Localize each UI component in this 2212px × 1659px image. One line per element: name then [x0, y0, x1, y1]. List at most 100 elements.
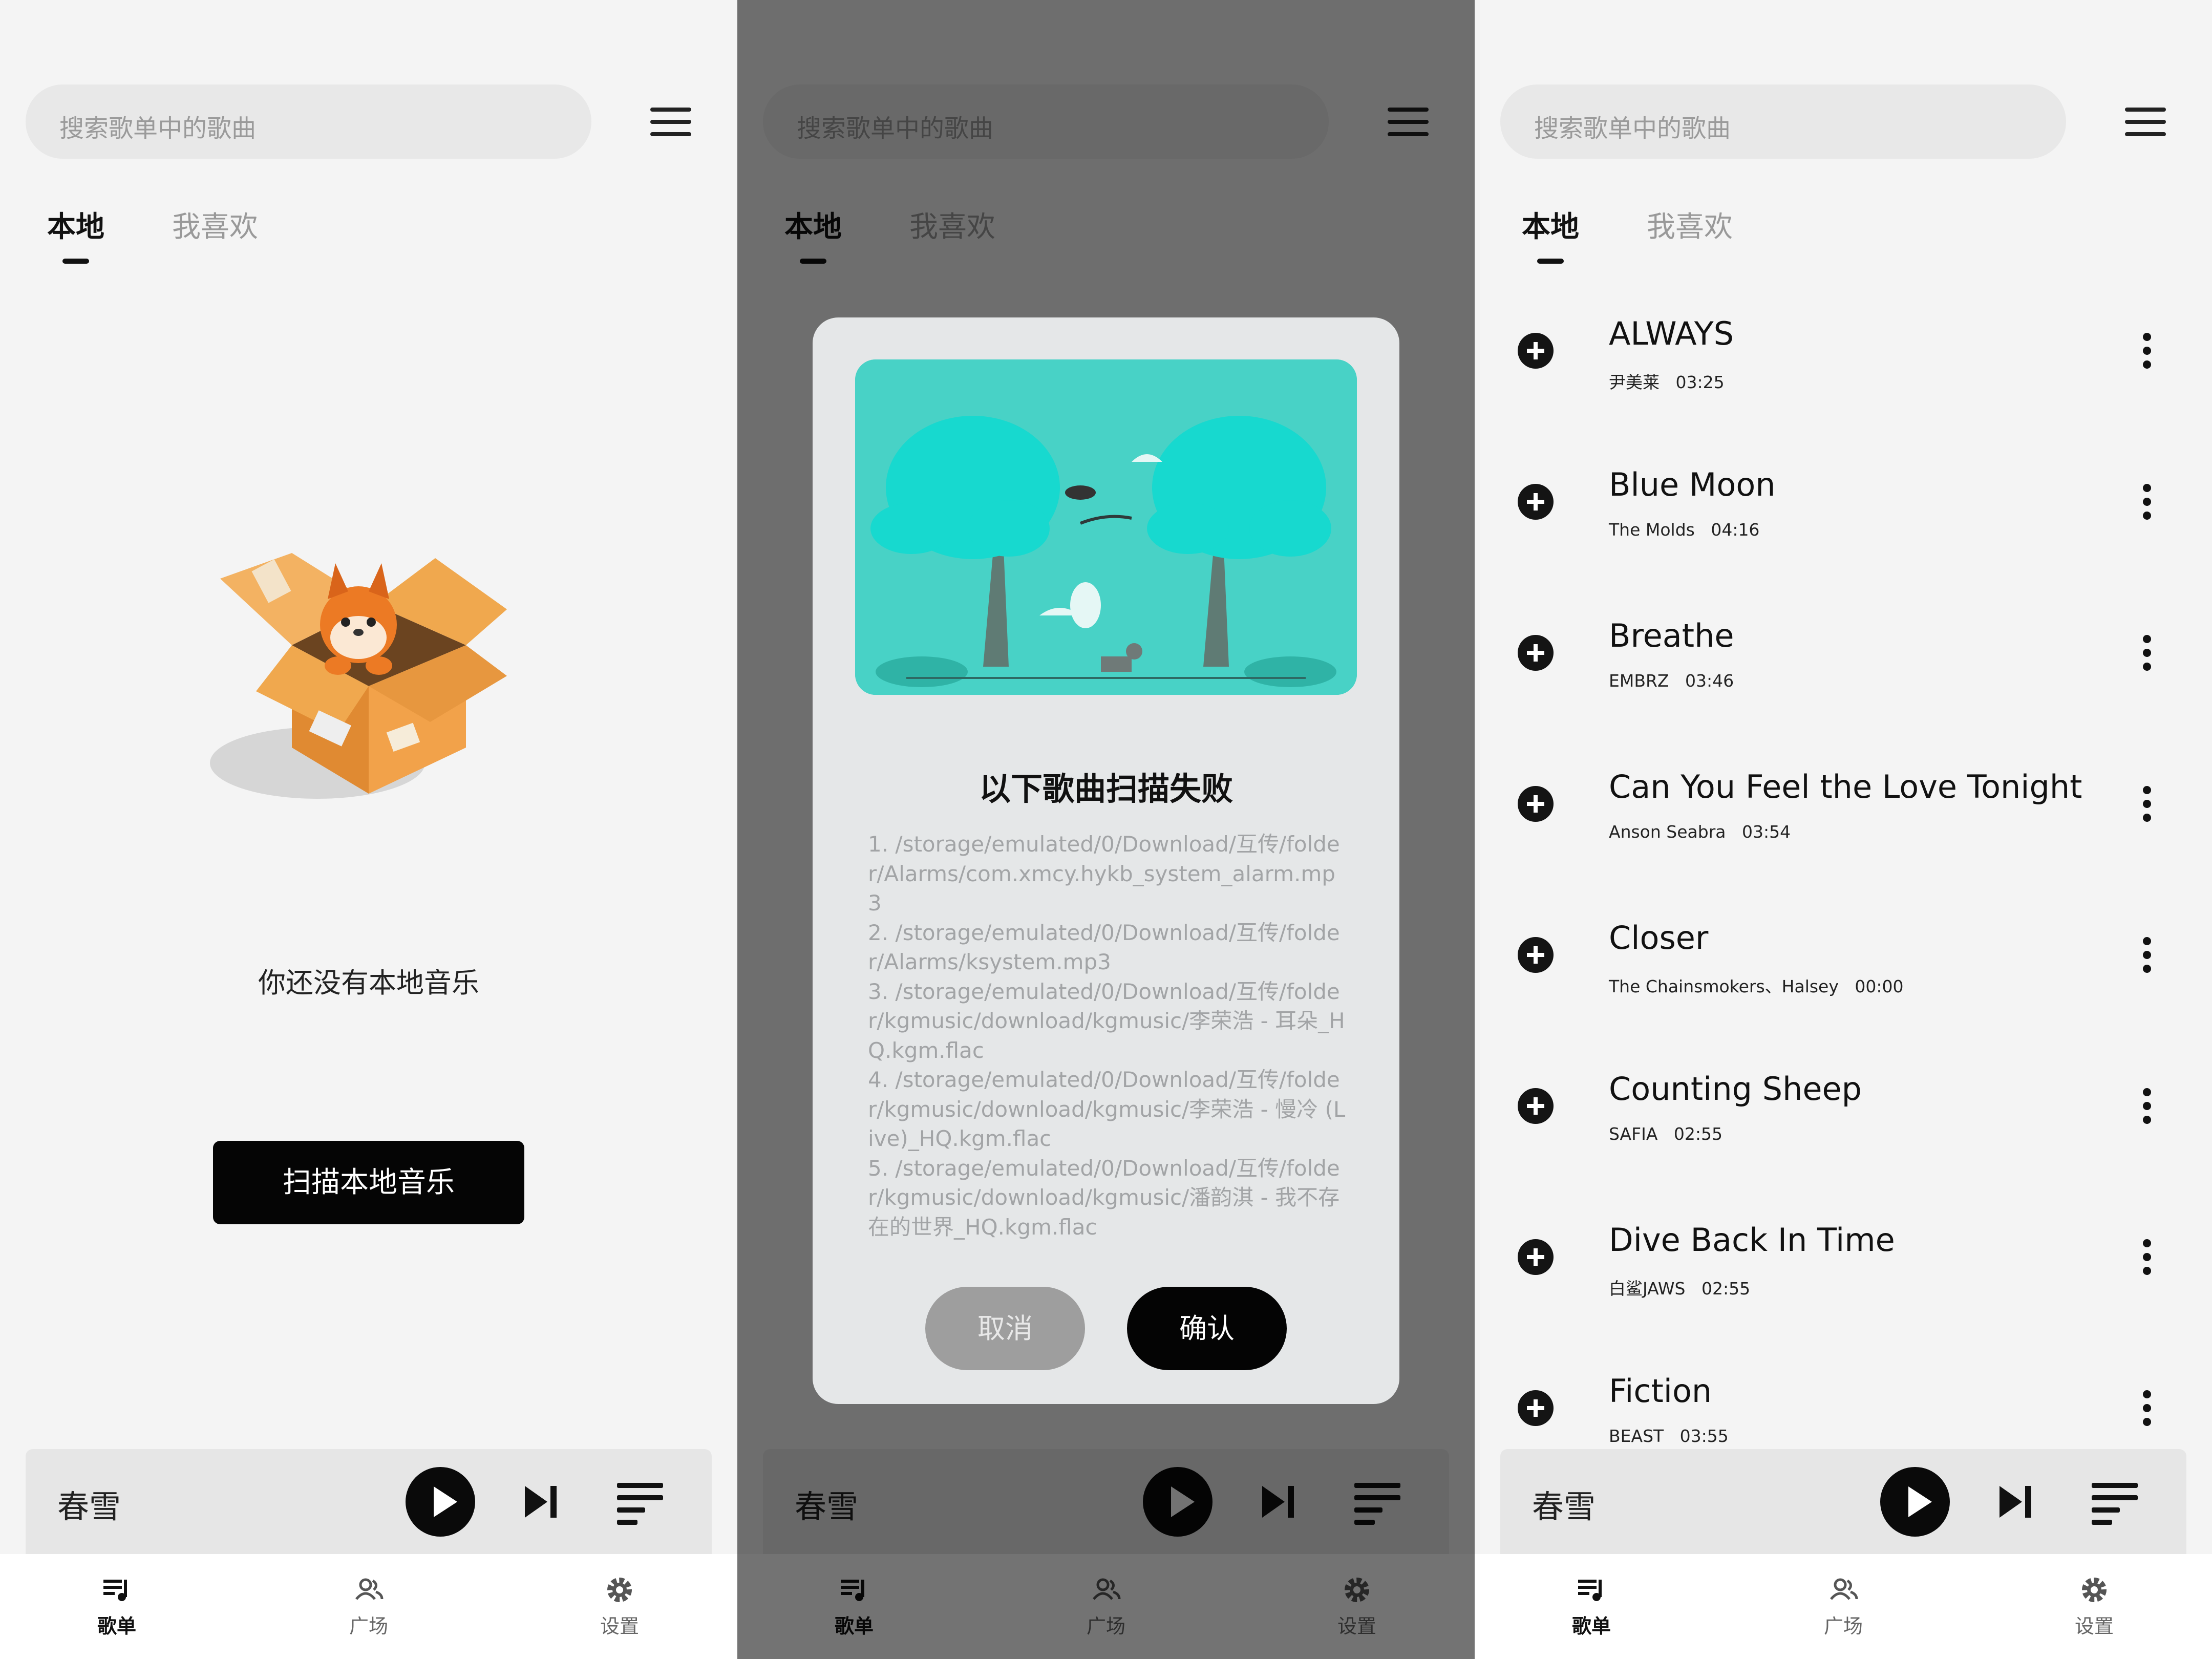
song-artist: EMBRZ — [1609, 671, 1669, 691]
song-title: ALWAYS — [1609, 315, 1734, 352]
play-icon[interactable] — [406, 1467, 475, 1537]
add-circle-icon[interactable] — [1518, 1390, 1554, 1426]
scan-local-music-button[interactable]: 扫描本地音乐 — [213, 1141, 524, 1224]
add-circle-icon[interactable] — [1518, 635, 1554, 671]
mini-player[interactable]: 春雪 — [1500, 1449, 2186, 1554]
empty-message: 你还没有本地音乐 — [258, 967, 479, 999]
mini-player[interactable]: 春雪 — [26, 1449, 712, 1554]
dialog-title: 以下歌曲扫描失败 — [979, 770, 1233, 807]
more-vertical-icon[interactable] — [2143, 1239, 2151, 1275]
search-input[interactable]: 搜索歌单中的歌曲 — [26, 84, 591, 159]
song-meta: SAFIA 02:55 — [1609, 1124, 1722, 1144]
more-vertical-icon[interactable] — [2143, 786, 2151, 822]
gear-icon — [607, 1578, 632, 1602]
more-vertical-icon[interactable] — [2143, 635, 2151, 671]
song-row[interactable]: Can You Feel the Love Tonight Anson Seab… — [1475, 748, 2212, 899]
play-icon[interactable] — [1880, 1467, 1950, 1537]
people-icon — [1830, 1578, 1858, 1600]
song-meta: Anson Seabra 03:54 — [1609, 822, 1791, 842]
song-duration: 04:16 — [1711, 520, 1760, 540]
more-vertical-icon[interactable] — [2143, 1390, 2151, 1426]
song-row[interactable]: ALWAYS 尹美莱 03:25 — [1475, 294, 2212, 445]
nav-plaza[interactable]: 广场 — [317, 1575, 420, 1639]
hamburger-menu-icon[interactable] — [2125, 108, 2166, 136]
song-row[interactable]: Blue Moon The Molds 04:16 — [1475, 445, 2212, 597]
confirm-button[interactable]: 确认 — [1127, 1287, 1287, 1370]
more-vertical-icon[interactable] — [2143, 1088, 2151, 1124]
song-meta: The Chainsmokers、Halsey 00:00 — [1609, 973, 1903, 997]
tab-indicator — [62, 259, 89, 264]
song-artist: BEAST — [1609, 1426, 1664, 1446]
scan-failed-dialog: 以下歌曲扫描失败 1. /storage/emulated/0/Download… — [813, 317, 1399, 1404]
screen-scan-failed: 搜索歌单中的歌曲 本地 我喜欢 春雪 歌单 广场 设置 — [737, 0, 1475, 1659]
playlist-icon — [103, 1580, 127, 1601]
nav-playlist[interactable]: 歌单 — [1540, 1575, 1643, 1639]
nav-plaza[interactable]: 广场 — [1792, 1575, 1895, 1639]
song-title: Counting Sheep — [1609, 1070, 1862, 1108]
nav-plaza-label: 广场 — [349, 1615, 388, 1637]
song-meta: 白鲨JAWS 02:55 — [1609, 1275, 1750, 1300]
search-input[interactable]: 搜索歌单中的歌曲 — [1500, 84, 2066, 159]
song-row[interactable]: Dive Back In Time 白鲨JAWS 02:55 — [1475, 1201, 2212, 1352]
cancel-button[interactable]: 取消 — [925, 1287, 1085, 1370]
song-row[interactable]: Breathe EMBRZ 03:46 — [1475, 597, 2212, 748]
playlist-queue-icon[interactable] — [2092, 1483, 2143, 1525]
song-artist: The Chainsmokers、Halsey — [1609, 976, 1839, 996]
nav-settings[interactable]: 设置 — [2043, 1575, 2145, 1639]
nav-settings-label: 设置 — [600, 1615, 639, 1637]
nav-playlist-label: 歌单 — [1571, 1615, 1611, 1637]
empty-box-illustration — [210, 553, 507, 799]
skip-next-icon[interactable] — [525, 1486, 561, 1518]
nav-settings[interactable]: 设置 — [568, 1575, 671, 1639]
song-meta: 尹美莱 03:25 — [1609, 369, 1725, 393]
nav-plaza-label: 广场 — [1823, 1615, 1863, 1637]
playlist-icon — [1578, 1580, 1602, 1601]
add-circle-icon[interactable] — [1518, 484, 1554, 520]
song-title: Blue Moon — [1609, 466, 1776, 503]
more-vertical-icon[interactable] — [2143, 937, 2151, 973]
song-row[interactable]: Closer The Chainsmokers、Halsey 00:00 — [1475, 899, 2212, 1050]
tab-local[interactable]: 本地 — [1522, 204, 1579, 245]
skip-next-icon[interactable] — [2000, 1486, 2035, 1518]
song-artist: 尹美莱 — [1609, 372, 1660, 392]
song-meta: EMBRZ 03:46 — [1609, 671, 1734, 691]
add-circle-icon[interactable] — [1518, 1088, 1554, 1124]
hamburger-menu-icon[interactable] — [650, 108, 691, 136]
song-duration: 03:54 — [1741, 822, 1791, 842]
nav-playlist[interactable]: 歌单 — [66, 1575, 168, 1639]
song-duration: 03:46 — [1685, 671, 1734, 691]
song-artist: Anson Seabra — [1609, 822, 1726, 842]
song-row[interactable]: Counting Sheep SAFIA 02:55 — [1475, 1050, 2212, 1201]
nav-playlist-label: 歌单 — [97, 1615, 136, 1637]
song-duration: 03:55 — [1679, 1426, 1729, 1446]
add-circle-icon[interactable] — [1518, 937, 1554, 973]
gear-icon — [2082, 1578, 2107, 1602]
bottom-nav: 歌单 广场 设置 — [0, 1554, 737, 1659]
tab-indicator — [1537, 259, 1564, 264]
bottom-nav: 歌单 广场 设置 — [1475, 1554, 2212, 1659]
song-title: Fiction — [1609, 1372, 1712, 1410]
add-circle-icon[interactable] — [1518, 1239, 1554, 1275]
nav-settings-label: 设置 — [2074, 1615, 2114, 1637]
song-title: Dive Back In Time — [1609, 1221, 1895, 1259]
screen-empty-local: 搜索歌单中的歌曲 本地 我喜欢 你还没有本地音乐 扫描本地音乐 春雪 歌单 广场… — [0, 0, 737, 1659]
tab-favorites[interactable]: 我喜欢 — [172, 204, 258, 245]
song-meta: The Molds 04:16 — [1609, 520, 1759, 540]
song-artist: SAFIA — [1609, 1124, 1658, 1144]
song-artist: The Molds — [1609, 520, 1695, 540]
add-circle-icon[interactable] — [1518, 786, 1554, 822]
add-circle-icon[interactable] — [1518, 333, 1554, 369]
more-vertical-icon[interactable] — [2143, 484, 2151, 520]
people-icon — [355, 1578, 384, 1600]
now-playing-title: 春雪 — [1532, 1488, 1596, 1525]
song-duration: 00:00 — [1855, 976, 1904, 996]
more-vertical-icon[interactable] — [2143, 333, 2151, 369]
dialog-failed-list: 1. /storage/emulated/0/Download/互传/folde… — [868, 832, 1346, 1240]
tab-local[interactable]: 本地 — [47, 204, 104, 245]
tab-favorites[interactable]: 我喜欢 — [1647, 204, 1733, 245]
song-artist: 白鲨JAWS — [1609, 1279, 1686, 1299]
playlist-queue-icon[interactable] — [617, 1483, 668, 1525]
search-placeholder: 搜索歌单中的歌曲 — [59, 114, 257, 143]
trees-illustration — [855, 359, 1357, 695]
song-duration: 03:25 — [1675, 372, 1725, 392]
